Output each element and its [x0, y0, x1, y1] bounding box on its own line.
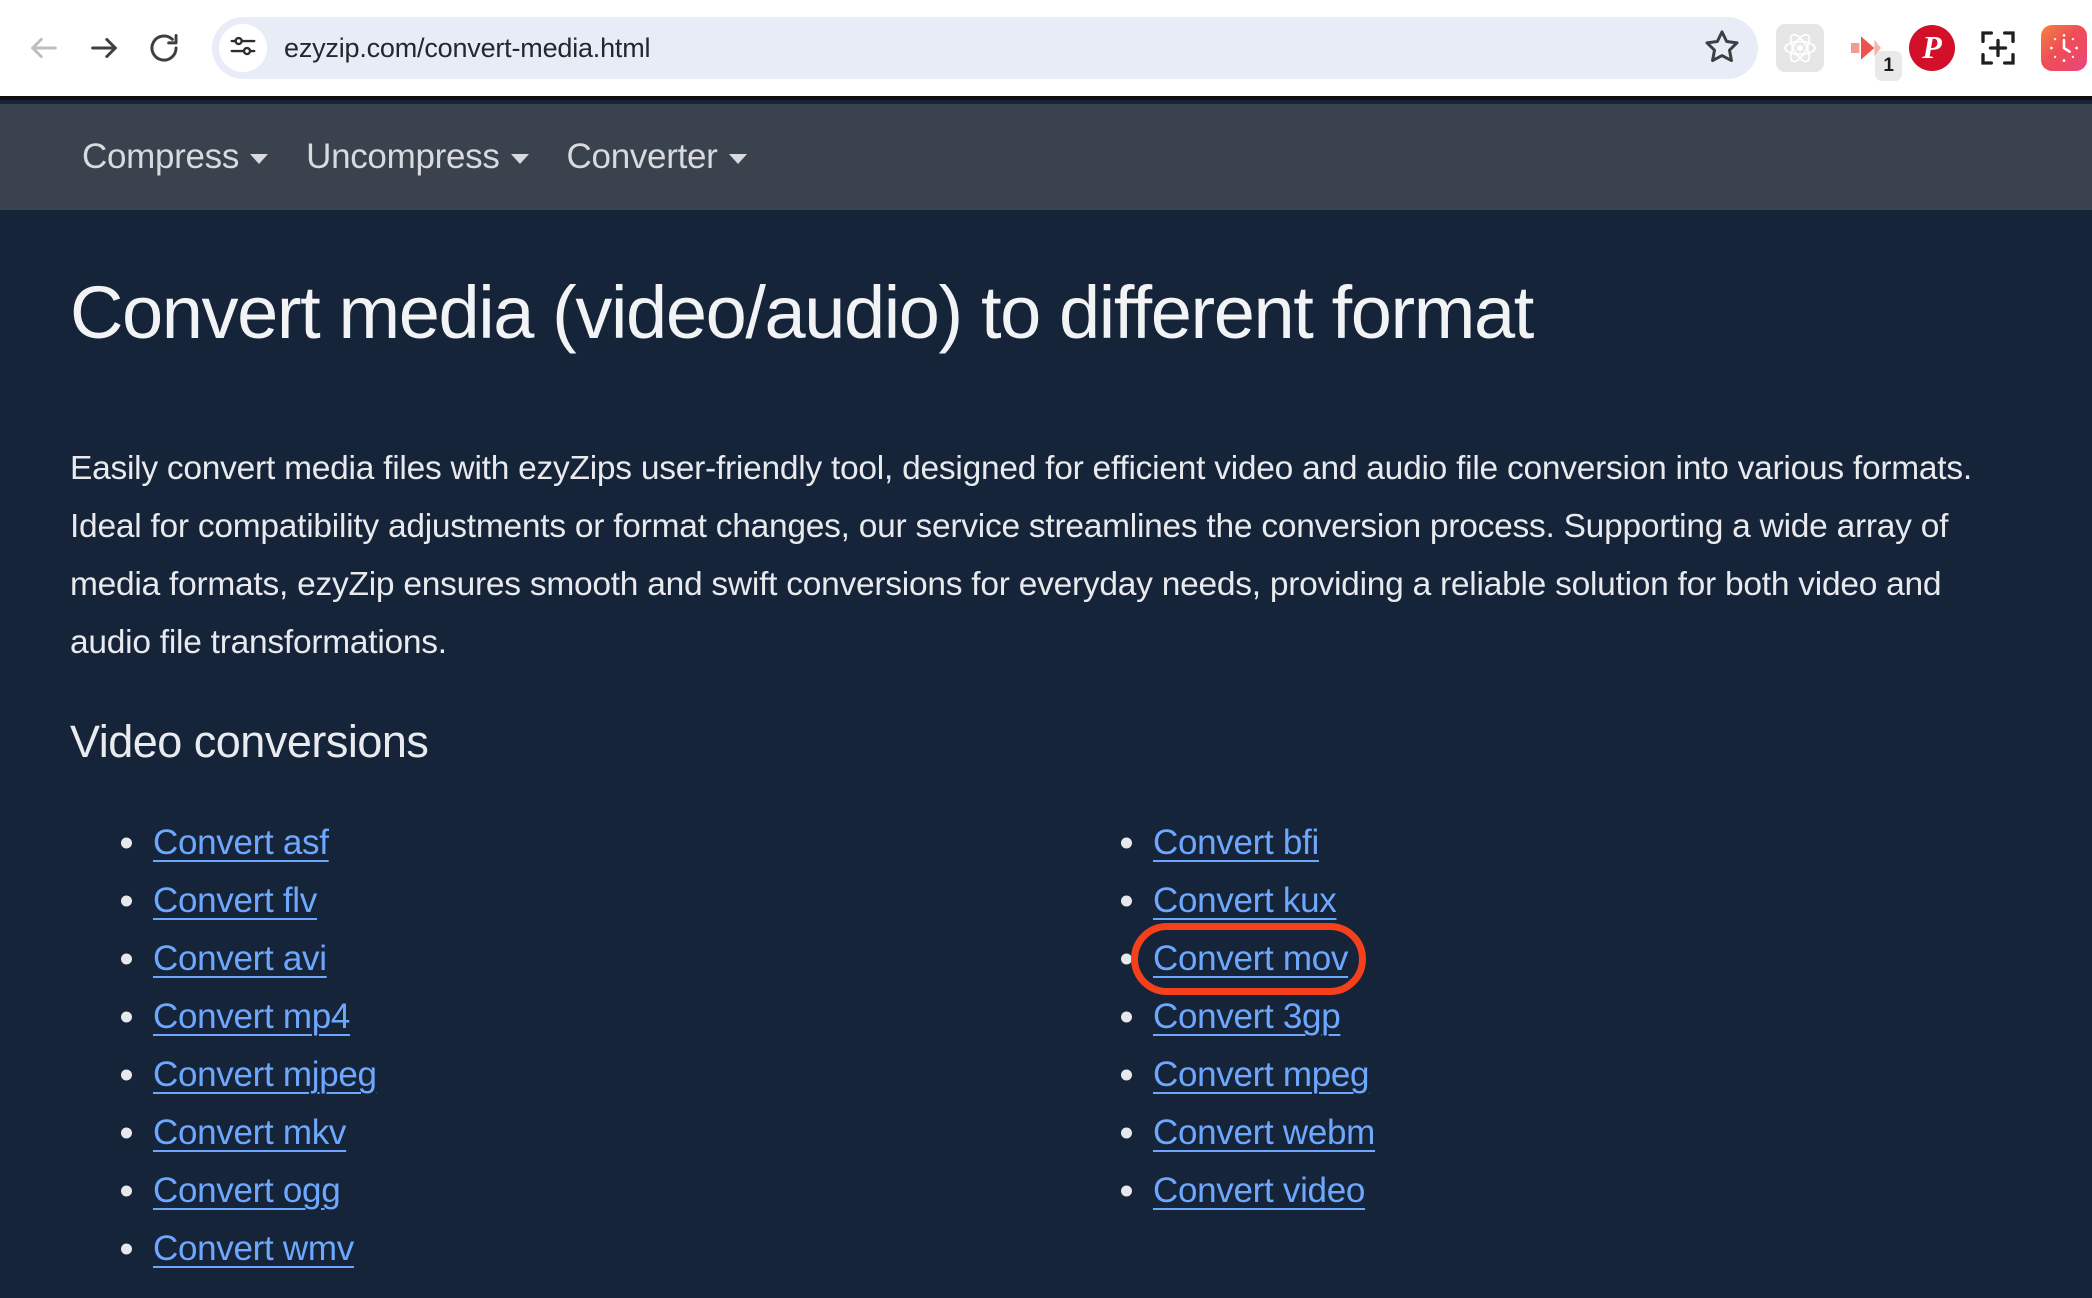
bullet-icon [121, 838, 132, 849]
bullet-icon [121, 1070, 132, 1081]
list-item: Convert video [1105, 1162, 2070, 1220]
list-item: Convert asf [105, 814, 1070, 872]
address-bar[interactable]: ezyzip.com/convert-media.html [212, 17, 1758, 79]
list-item: Convert 3gp [1105, 988, 2070, 1046]
link-convert-mkv[interactable]: Convert mkv [153, 1113, 346, 1153]
bullet-icon [121, 954, 132, 965]
intro-paragraph: Easily convert media files with ezyZips … [70, 440, 2022, 672]
chevron-down-icon [511, 154, 529, 164]
tune-sliders-icon [228, 31, 258, 66]
clock-glyph [2041, 25, 2087, 71]
link-convert-mpeg[interactable]: Convert mpeg [1153, 1055, 1369, 1095]
nav-item-compress[interactable]: Compress [78, 131, 272, 183]
forward-arrow-icon [87, 31, 121, 65]
extension-badge-count: 1 [1875, 51, 1902, 81]
list-item: Convert ogg [105, 1162, 1070, 1220]
link-convert-3gp[interactable]: Convert 3gp [1153, 997, 1340, 1037]
list-item: Convert mkv [105, 1104, 1070, 1162]
back-button[interactable] [14, 18, 74, 78]
nav-item-label: Uncompress [306, 137, 499, 177]
star-outline-icon [1704, 28, 1740, 69]
conversion-links: Convert asf Convert flv Convert avi Conv… [70, 814, 2022, 1278]
reload-button[interactable] [134, 18, 194, 78]
bullet-icon [1121, 1186, 1132, 1197]
bookmark-button[interactable] [1694, 20, 1750, 76]
list-item: Convert flv [105, 872, 1070, 930]
link-convert-avi[interactable]: Convert avi [153, 939, 327, 979]
bullet-icon [121, 1186, 132, 1197]
conversion-links-column-right: Convert bfi Convert kux Convert mov Conv… [1070, 814, 2070, 1278]
bullet-icon [121, 1012, 132, 1023]
chevron-down-icon [729, 154, 747, 164]
bullet-icon [121, 896, 132, 907]
link-list: Convert bfi Convert kux Convert mov Conv… [1105, 814, 2070, 1220]
list-item: Convert wmv [105, 1220, 1070, 1278]
list-item: Convert mjpeg [105, 1046, 1070, 1104]
link-convert-mp4[interactable]: Convert mp4 [153, 997, 350, 1037]
react-devtools-icon[interactable] [1776, 24, 1824, 72]
list-item: Convert avi [105, 930, 1070, 988]
link-convert-video[interactable]: Convert video [1153, 1171, 1365, 1211]
link-convert-wmv[interactable]: Convert wmv [153, 1229, 354, 1269]
page-content: Convert media (video/audio) to different… [0, 210, 2092, 1298]
pinterest-icon[interactable]: P [1908, 24, 1956, 72]
link-list: Convert asf Convert flv Convert avi Conv… [105, 814, 1070, 1278]
link-convert-webm[interactable]: Convert webm [1153, 1113, 1375, 1153]
bullet-icon [1121, 896, 1132, 907]
section-heading-video-conversions: Video conversions [70, 716, 2022, 768]
list-item: Convert kux [1105, 872, 2070, 930]
site-navbar: Compress Uncompress Converter [0, 104, 2092, 210]
extension-icon[interactable]: 1 [1842, 24, 1890, 72]
pinterest-glyph: P [1909, 25, 1955, 71]
forward-button[interactable] [74, 18, 134, 78]
list-item: Convert mov [1105, 930, 2070, 988]
conversion-links-column-left: Convert asf Convert flv Convert avi Conv… [70, 814, 1070, 1278]
list-item: Convert webm [1105, 1104, 2070, 1162]
bullet-icon [121, 1244, 132, 1255]
clock-extension-icon[interactable] [2040, 24, 2088, 72]
bullet-icon [1121, 838, 1132, 849]
url-text[interactable]: ezyzip.com/convert-media.html [284, 33, 1694, 64]
back-arrow-icon [27, 31, 61, 65]
link-convert-ogg[interactable]: Convert ogg [153, 1171, 340, 1211]
page-title: Convert media (video/audio) to different… [70, 270, 2022, 355]
link-convert-flv[interactable]: Convert flv [153, 881, 317, 921]
bullet-icon [1121, 1128, 1132, 1139]
nav-item-uncompress[interactable]: Uncompress [302, 131, 532, 183]
browser-toolbar: ezyzip.com/convert-media.html [0, 0, 2092, 100]
chevron-down-icon [250, 154, 268, 164]
list-item: Convert mp4 [105, 988, 1070, 1046]
link-convert-kux[interactable]: Convert kux [1153, 881, 1336, 921]
bullet-icon [121, 1128, 132, 1139]
link-convert-bfi[interactable]: Convert bfi [1153, 823, 1319, 863]
site-settings-button[interactable] [219, 24, 267, 72]
bullet-icon [1121, 1070, 1132, 1081]
list-item: Convert bfi [1105, 814, 2070, 872]
nav-item-converter[interactable]: Converter [563, 131, 751, 183]
link-convert-mjpeg[interactable]: Convert mjpeg [153, 1055, 377, 1095]
reload-icon [147, 31, 181, 65]
link-convert-mov[interactable]: Convert mov [1153, 939, 1348, 979]
extensions-area: 1 P [1776, 24, 2092, 72]
bullet-icon [1121, 954, 1132, 965]
screenshot-capture-icon[interactable] [1974, 24, 2022, 72]
nav-item-label: Compress [82, 137, 239, 177]
list-item: Convert mpeg [1105, 1046, 2070, 1104]
link-convert-asf[interactable]: Convert asf [153, 823, 329, 863]
nav-item-label: Converter [567, 137, 718, 177]
bullet-icon [1121, 1012, 1132, 1023]
